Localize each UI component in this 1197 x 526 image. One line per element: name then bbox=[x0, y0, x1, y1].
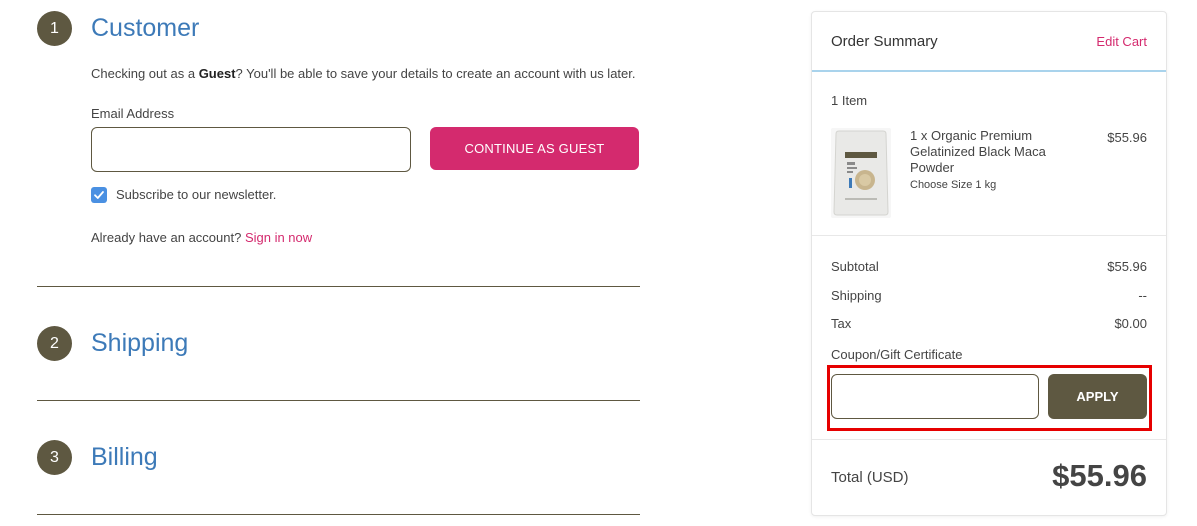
product-price: $55.96 bbox=[1107, 130, 1147, 145]
coupon-label: Coupon/Gift Certificate bbox=[831, 347, 963, 362]
guest-text-suffix: ? You'll be able to save your details to… bbox=[235, 66, 636, 81]
product-option: Choose Size 1 kg bbox=[910, 179, 997, 191]
step-title-billing[interactable]: Billing bbox=[91, 443, 158, 472]
summary-divider bbox=[812, 235, 1166, 236]
email-label: Email Address bbox=[91, 106, 175, 121]
tax-value: $0.00 bbox=[1114, 316, 1147, 331]
newsletter-checkbox[interactable] bbox=[91, 187, 107, 203]
product-image bbox=[831, 128, 891, 218]
guest-text-prefix: Checking out as a bbox=[91, 66, 199, 81]
tax-label: Tax bbox=[831, 316, 852, 331]
coupon-input[interactable] bbox=[831, 374, 1039, 419]
guest-checkout-info: Checking out as a Guest? You'll be able … bbox=[91, 66, 636, 81]
section-divider bbox=[37, 514, 640, 515]
total-value: $55.96 bbox=[1052, 458, 1147, 493]
step-number-shipping: 2 bbox=[37, 326, 72, 361]
summary-header-divider bbox=[812, 70, 1166, 72]
section-divider bbox=[37, 400, 640, 401]
sign-in-link[interactable]: Sign in now bbox=[245, 230, 312, 245]
step-number-customer: 1 bbox=[37, 11, 72, 46]
newsletter-label: Subscribe to our newsletter. bbox=[116, 187, 277, 202]
step-title-customer: Customer bbox=[91, 14, 200, 42]
subtotal-value: $55.96 bbox=[1107, 259, 1147, 274]
edit-cart-link[interactable]: Edit Cart bbox=[1096, 34, 1147, 49]
shipping-value: -- bbox=[1138, 288, 1147, 303]
signin-row: Already have an account? Sign in now bbox=[91, 230, 312, 245]
summary-divider bbox=[812, 439, 1166, 440]
order-summary-title: Order Summary bbox=[831, 33, 938, 50]
signin-prompt: Already have an account? bbox=[91, 230, 245, 245]
product-pouch-image bbox=[833, 130, 889, 216]
section-divider bbox=[37, 286, 640, 287]
checkmark-icon bbox=[94, 191, 104, 199]
item-count: 1 Item bbox=[831, 93, 868, 108]
shipping-label: Shipping bbox=[831, 288, 882, 303]
email-field[interactable] bbox=[91, 127, 411, 172]
subtotal-label: Subtotal bbox=[831, 259, 879, 274]
apply-coupon-button[interactable]: APPLY bbox=[1048, 374, 1147, 419]
continue-as-guest-button[interactable]: CONTINUE AS GUEST bbox=[430, 127, 639, 170]
guest-text-bold: Guest bbox=[198, 66, 236, 81]
product-name: 1 x Organic Premium Gelatinized Black Ma… bbox=[910, 128, 1046, 175]
step-number-billing: 3 bbox=[37, 440, 72, 475]
step-title-shipping[interactable]: Shipping bbox=[91, 329, 188, 358]
total-label: Total (USD) bbox=[831, 469, 909, 486]
order-summary-panel: Order Summary Edit Cart 1 Item 1 x Organ… bbox=[811, 11, 1167, 516]
